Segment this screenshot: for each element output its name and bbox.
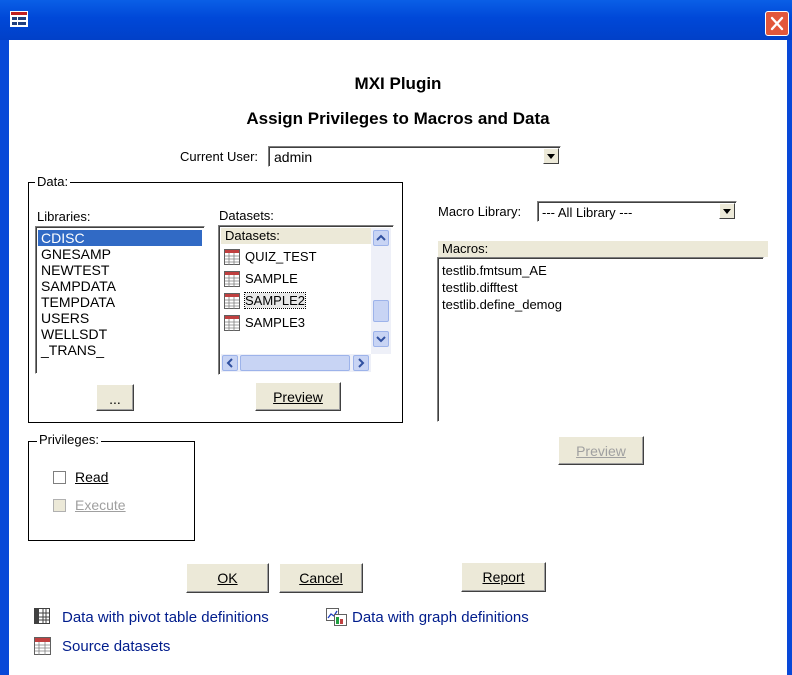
list-item[interactable]: GNESAMP	[38, 246, 202, 262]
cancel-label: Cancel	[299, 570, 343, 586]
list-item[interactable]: CDISC	[38, 230, 202, 246]
dataset-label: SAMPLE	[245, 271, 298, 286]
chevron-down-icon	[376, 336, 386, 343]
datasets-label: Datasets:	[219, 208, 274, 223]
list-item[interactable]: QUIZ_TEST	[221, 246, 369, 268]
close-icon	[770, 16, 784, 31]
macro-library-value: --- All Library ---	[542, 205, 633, 220]
datasets-header: Datasets:	[221, 228, 373, 244]
read-checkbox[interactable]	[53, 471, 66, 484]
read-label: Read	[75, 469, 108, 485]
execute-label-text: Execute	[75, 497, 126, 513]
list-item[interactable]: testlib.difftest	[442, 279, 759, 296]
macros-list[interactable]: testlib.fmtsum_AE testlib.difftest testl…	[437, 257, 764, 422]
app-icon	[10, 11, 28, 27]
list-item[interactable]: SAMPLE	[221, 268, 369, 290]
chevron-down-icon[interactable]	[543, 148, 559, 164]
current-user-value: admin	[274, 149, 313, 165]
list-item[interactable]: testlib.define_demog	[442, 296, 759, 313]
libraries-label: Libraries:	[37, 209, 205, 225]
read-label-text: Read	[75, 469, 109, 485]
macro-library-label: Macro Library:	[438, 204, 522, 219]
chevron-right-icon	[358, 358, 365, 368]
page-subtitle: Assign Privileges to Macros and Data	[246, 109, 550, 128]
chevron-down-icon[interactable]	[719, 203, 735, 219]
datasets-items: QUIZ_TEST SAMPLE SAMPLE2 SAMPLE3	[221, 246, 369, 334]
scroll-left-button[interactable]	[222, 355, 238, 371]
scroll-thumb[interactable]	[373, 300, 389, 322]
scroll-thumb-horizontal[interactable]	[240, 355, 350, 371]
current-user-label: Current User:	[180, 149, 259, 164]
dialog-client: MXI Plugin Assign Privileges to Macros a…	[9, 40, 787, 675]
macros-header: Macros:	[438, 241, 768, 257]
dataset-label: SAMPLE3	[245, 315, 305, 330]
browse-button[interactable]: ...	[96, 384, 134, 411]
macros-preview-button[interactable]: Preview	[558, 436, 644, 465]
scroll-up-button[interactable]	[373, 230, 389, 246]
datasets-list[interactable]: Datasets: QUIZ_TEST SAMPLE SAMPLE2 SAMPL…	[218, 225, 394, 375]
report-label: Report	[482, 569, 525, 585]
execute-label: Execute	[75, 497, 126, 513]
chevron-up-icon	[376, 234, 386, 241]
list-item[interactable]: SAMPDATA	[38, 278, 202, 294]
chevron-left-icon	[226, 358, 233, 368]
macro-library-combo[interactable]: --- All Library ---	[537, 201, 737, 222]
dataset-label: SAMPLE2	[244, 292, 306, 309]
macros-preview-label: Preview	[576, 443, 626, 459]
datasets-preview-button[interactable]: Preview	[255, 382, 341, 411]
libraries-label-text: Libraries:	[37, 209, 91, 224]
list-item[interactable]: USERS	[38, 310, 202, 326]
pivot-table-legend[interactable]: Data with pivot table definitions	[62, 609, 269, 626]
data-group-legend: Data:	[35, 174, 71, 189]
dataset-icon	[224, 271, 240, 287]
dataset-icon	[224, 293, 240, 309]
source-dataset-icon	[34, 637, 51, 655]
datasets-horizontal-scrollbar[interactable]	[221, 354, 371, 372]
ok-label: OK	[217, 570, 238, 586]
privileges-legend: Privileges:	[37, 432, 101, 447]
dataset-icon	[224, 249, 240, 265]
page-title: MXI Plugin	[354, 74, 442, 93]
datasets-vertical-scrollbar[interactable]	[371, 228, 391, 354]
report-button[interactable]: Report	[461, 562, 546, 592]
list-item[interactable]: WELLSDT	[38, 326, 202, 342]
pivot-table-icon	[34, 608, 50, 624]
scroll-right-button[interactable]	[353, 355, 369, 371]
cancel-button[interactable]: Cancel	[279, 563, 363, 593]
execute-checkbox[interactable]	[53, 499, 66, 512]
datasets-preview-label: Preview	[273, 389, 323, 405]
source-datasets-legend[interactable]: Source datasets	[62, 638, 170, 655]
scroll-down-button[interactable]	[373, 331, 389, 347]
close-button[interactable]	[765, 11, 789, 36]
graph-icon	[326, 608, 347, 626]
list-item[interactable]: _TRANS_	[38, 342, 202, 358]
dataset-icon	[224, 315, 240, 331]
list-item[interactable]: SAMPLE2	[221, 290, 369, 312]
window-frame-right	[787, 40, 792, 675]
ok-button[interactable]: OK	[186, 563, 269, 593]
privileges-group	[28, 441, 195, 541]
list-item[interactable]: SAMPLE3	[221, 312, 369, 334]
libraries-list[interactable]: CDISC GNESAMP NEWTEST SAMPDATA TEMPDATA …	[35, 226, 205, 374]
list-item[interactable]: testlib.fmtsum_AE	[442, 262, 759, 279]
list-item[interactable]: TEMPDATA	[38, 294, 202, 310]
title-bar	[0, 0, 792, 40]
dataset-label: QUIZ_TEST	[245, 249, 317, 264]
graph-legend[interactable]: Data with graph definitions	[352, 609, 529, 626]
list-item[interactable]: NEWTEST	[38, 262, 202, 278]
current-user-combo[interactable]: admin	[268, 146, 561, 167]
window-frame-left	[0, 40, 9, 675]
